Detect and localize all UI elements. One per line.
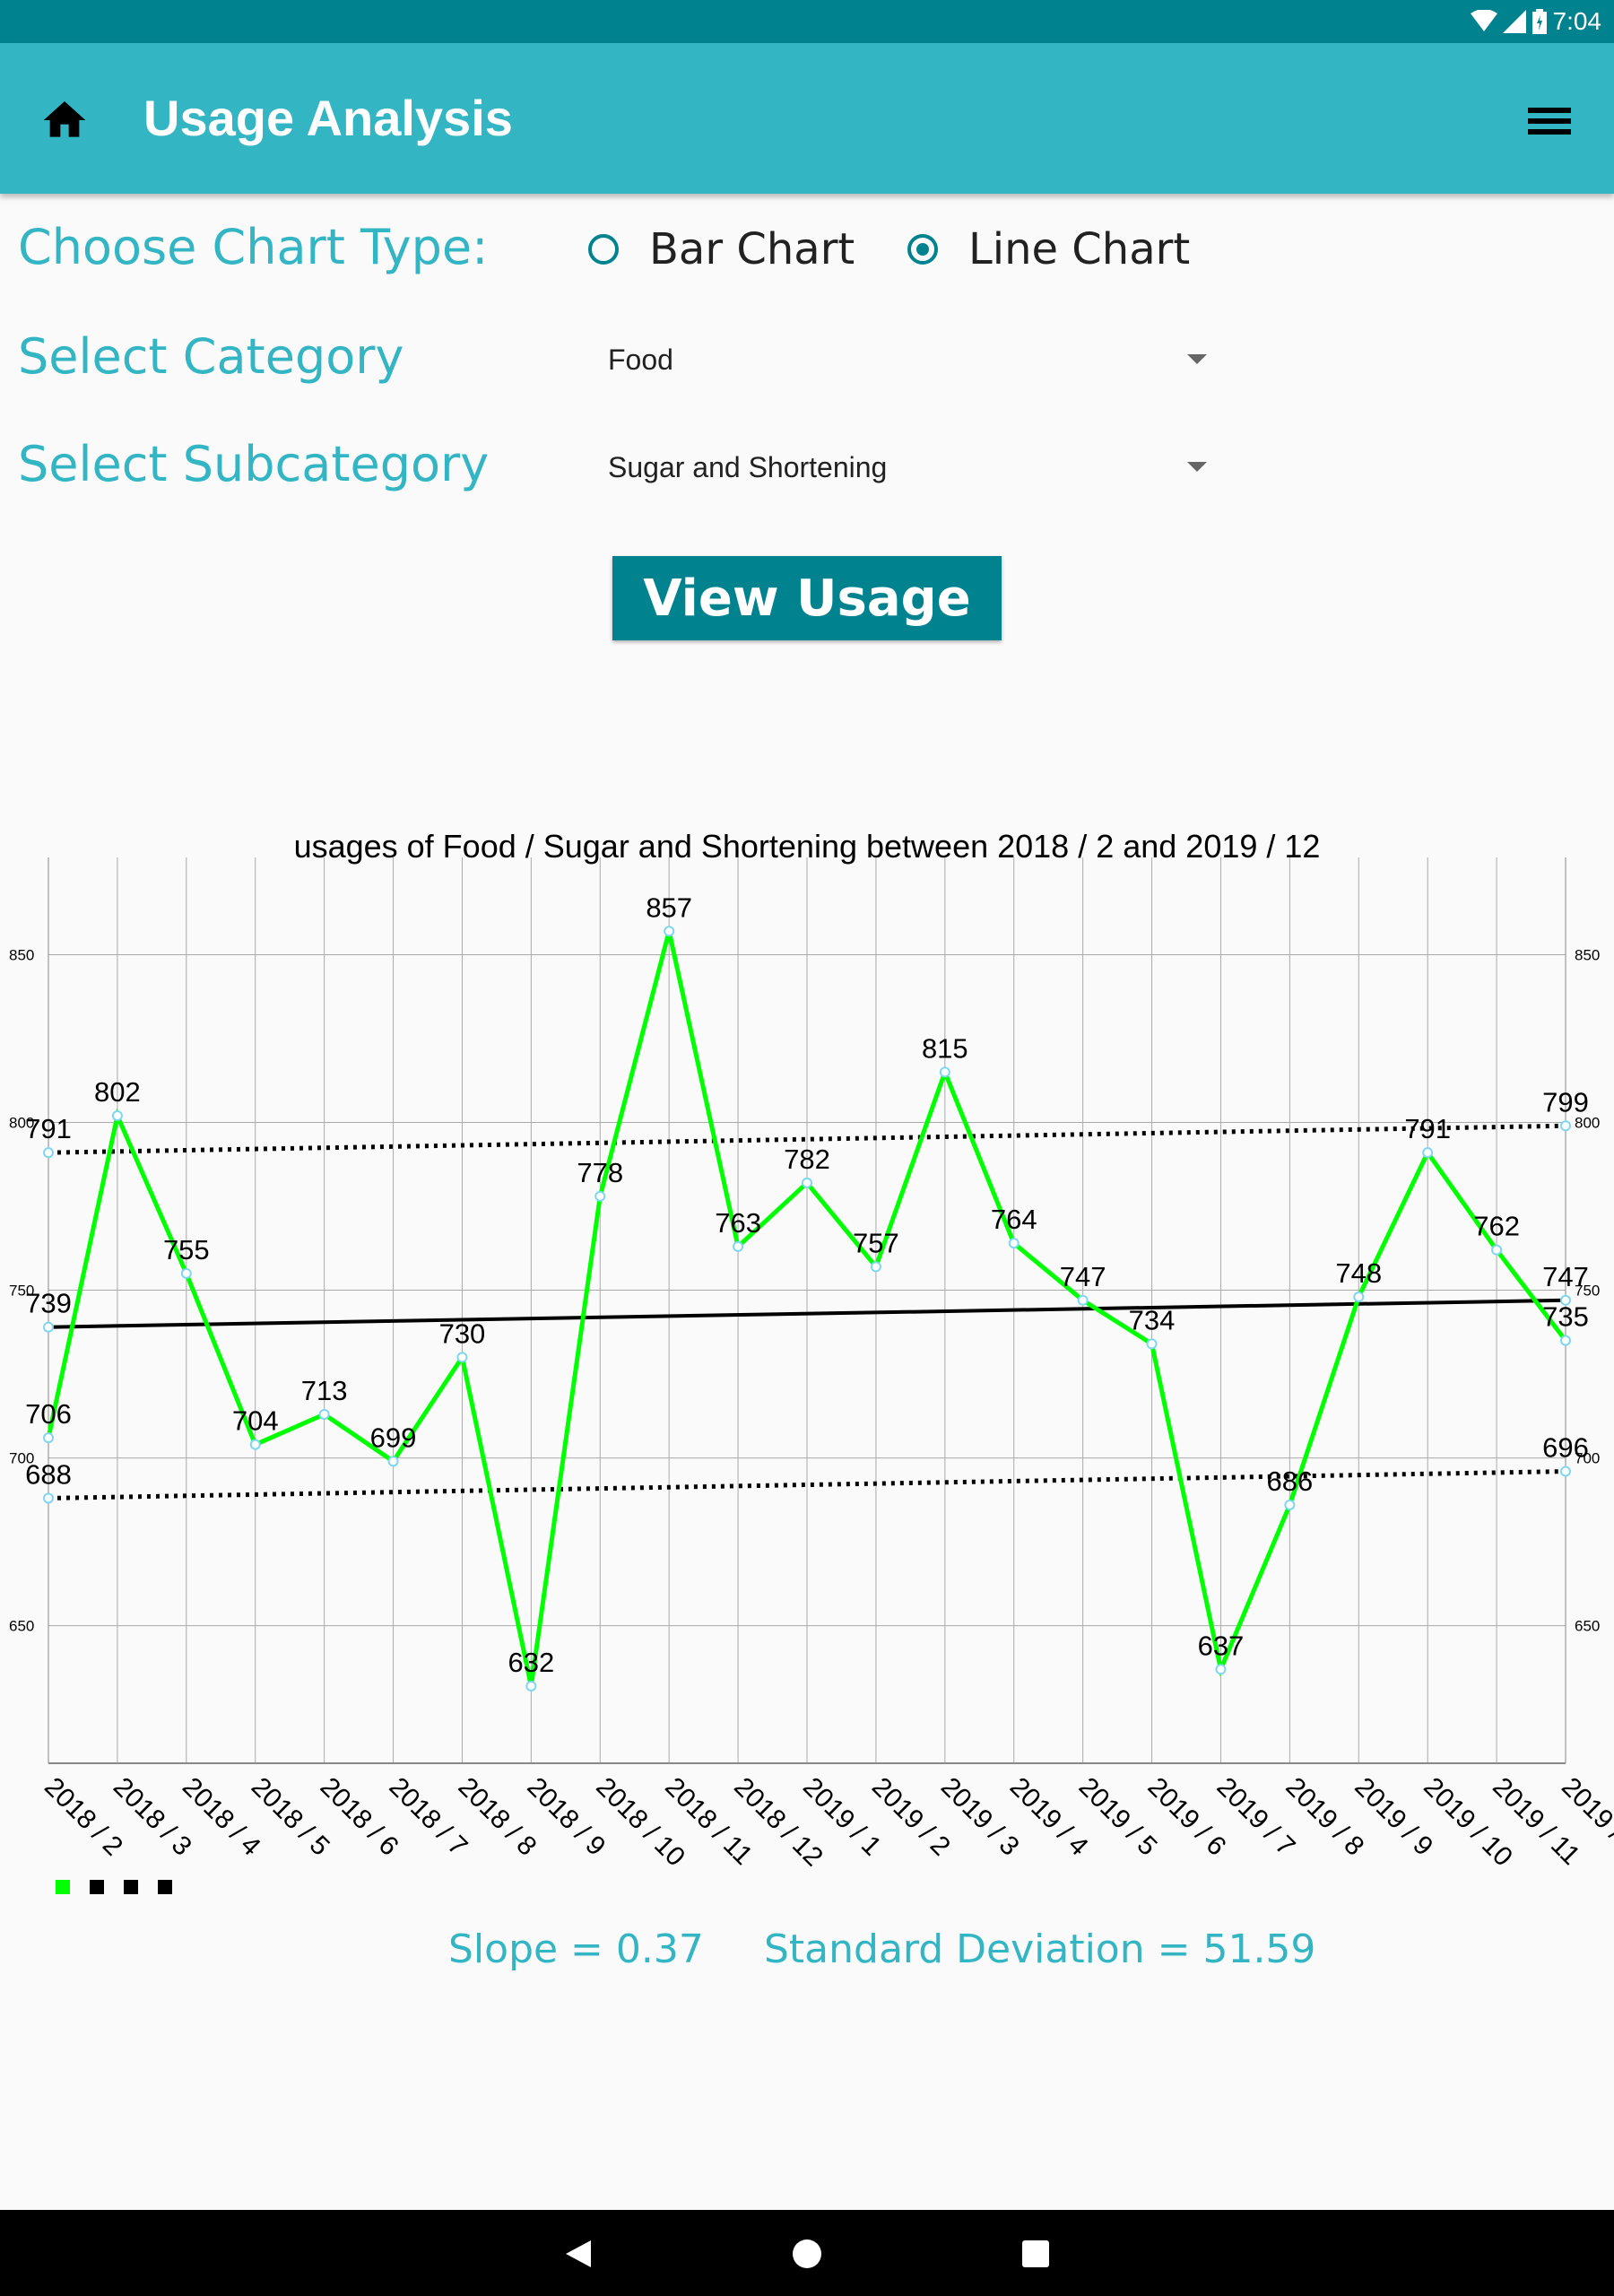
data-label: 699	[370, 1422, 417, 1453]
subcategory-value: Sugar and Shortening	[608, 450, 888, 483]
data-label: 815	[922, 1032, 968, 1064]
legend-swatch	[90, 1880, 104, 1894]
data-label: 704	[232, 1405, 279, 1437]
slope-text: Slope = 0.37	[448, 1926, 704, 1972]
data-label: 632	[508, 1647, 554, 1678]
data-label: 755	[163, 1234, 210, 1265]
recents-icon[interactable]	[1021, 2239, 1050, 2268]
data-point	[664, 926, 675, 937]
data-point	[594, 1190, 606, 1202]
data-label: 857	[646, 891, 692, 923]
trend-line-label: 696	[1542, 1432, 1589, 1464]
data-label: 763	[715, 1207, 761, 1239]
data-point	[802, 1177, 812, 1188]
category-label: Select Category	[18, 328, 404, 385]
data-point	[1491, 1244, 1503, 1256]
category-value: Food	[608, 343, 673, 376]
navigation-bar	[0, 2210, 1614, 2296]
data-point	[1422, 1147, 1434, 1159]
trend-line-endpoint	[43, 1147, 54, 1159]
data-point	[1146, 1338, 1158, 1350]
y-tick-label-left: 650	[9, 1618, 34, 1635]
status-bar: 7:04	[0, 0, 1614, 43]
subcategory-dropdown[interactable]: Sugar and Shortening	[608, 436, 1218, 499]
data-point	[1215, 1664, 1227, 1675]
data-point	[1353, 1292, 1365, 1303]
legend-swatch	[158, 1880, 172, 1894]
data-label: 762	[1473, 1211, 1520, 1242]
status-time: 7:04	[1552, 7, 1602, 35]
y-tick-label-right: 650	[1575, 1618, 1600, 1635]
data-point	[1008, 1238, 1020, 1249]
data-label: 802	[94, 1076, 141, 1108]
back-icon[interactable]	[562, 2239, 593, 2269]
dropdown-arrow-icon	[1187, 354, 1207, 364]
y-tick-label-left: 850	[9, 946, 34, 963]
chart-type-label: Choose Chart Type:	[18, 219, 489, 275]
app-bar: Usage Analysis	[0, 43, 1614, 194]
data-label: 778	[577, 1157, 623, 1188]
data-point	[111, 1110, 123, 1122]
dropdown-arrow-icon	[1187, 462, 1207, 472]
std-dev-text: Standard Deviation = 51.59	[764, 1926, 1316, 1972]
subcategory-label: Select Subcategory	[18, 436, 490, 492]
data-point	[1560, 1335, 1571, 1346]
wifi-icon	[1470, 10, 1497, 31]
data-label: 764	[991, 1204, 1037, 1235]
app-title: Usage Analysis	[143, 90, 513, 146]
data-label: 713	[301, 1375, 348, 1406]
data-point	[733, 1240, 744, 1252]
battery-icon	[1532, 9, 1547, 34]
data-label: 748	[1335, 1257, 1382, 1289]
data-label: 757	[853, 1227, 899, 1258]
trend-line-label: 739	[25, 1288, 72, 1319]
trend-line-endpoint	[1560, 1120, 1571, 1132]
trend-line-label: 747	[1542, 1261, 1589, 1292]
legend-swatch	[56, 1880, 70, 1894]
trend-line-endpoint	[43, 1492, 54, 1504]
data-point	[1077, 1294, 1089, 1306]
radio-line-chart[interactable]: Line Chart	[907, 222, 1190, 276]
y-tick-label-right: 850	[1575, 946, 1600, 963]
data-label: 791	[1404, 1113, 1451, 1144]
data-point	[180, 1267, 192, 1279]
radio-line-chart-label: Line Chart	[968, 224, 1191, 274]
radio-bar-chart[interactable]: Bar Chart	[588, 222, 855, 276]
data-label: 637	[1198, 1630, 1245, 1661]
data-point	[249, 1439, 261, 1450]
trend-line-endpoint	[1560, 1465, 1571, 1477]
data-point	[525, 1680, 537, 1692]
data-label: 782	[784, 1144, 830, 1175]
data-point	[318, 1408, 330, 1420]
data-label: 686	[1266, 1465, 1313, 1497]
radio-line-chart-circle[interactable]	[907, 234, 938, 265]
trend-line-label: 688	[25, 1458, 72, 1490]
data-label: 706	[25, 1398, 72, 1430]
signal-icon	[1502, 10, 1526, 33]
data-label: 734	[1129, 1304, 1176, 1335]
home-icon[interactable]	[39, 95, 90, 145]
home-nav-icon[interactable]	[792, 2239, 822, 2269]
radio-bar-chart-circle[interactable]	[588, 234, 619, 265]
data-label: 735	[1542, 1301, 1589, 1333]
data-label: 730	[439, 1318, 486, 1349]
legend-swatch	[124, 1880, 138, 1894]
data-point	[43, 1432, 54, 1444]
radio-bar-chart-label: Bar Chart	[649, 224, 855, 274]
data-label: 747	[1060, 1261, 1106, 1292]
trend-line-label: 791	[25, 1113, 72, 1144]
data-point	[456, 1352, 468, 1363]
category-dropdown[interactable]: Food	[608, 328, 1218, 391]
data-point	[939, 1066, 950, 1078]
data-point	[1284, 1499, 1296, 1510]
status-icons: 7:04	[1470, 0, 1602, 43]
trend-line-endpoint	[43, 1321, 54, 1333]
trend-line-label: 799	[1542, 1086, 1589, 1118]
data-point	[387, 1456, 399, 1467]
menu-icon[interactable]	[1524, 99, 1575, 142]
view-usage-button[interactable]: View Usage	[612, 556, 1002, 640]
usage-line-chart: usages of Food / Sugar and Shortening be…	[9, 828, 1614, 1894]
data-point	[870, 1261, 881, 1273]
